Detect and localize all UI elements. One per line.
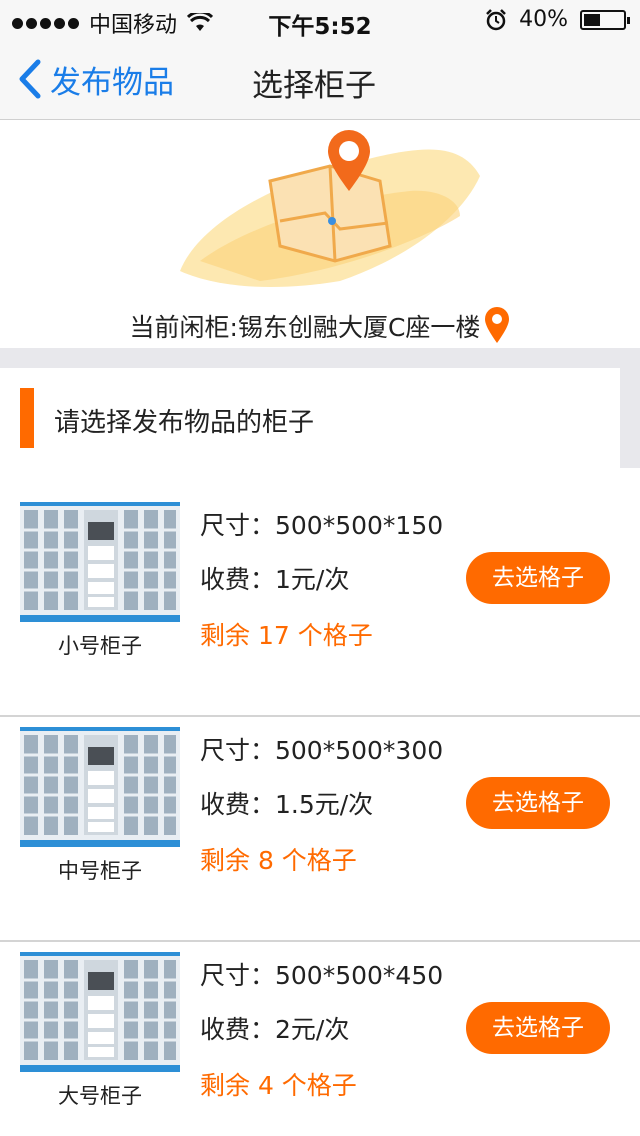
locker-remaining: 剩余 17 个格子 [200,621,373,650]
locker-thumbnail [20,727,180,847]
locker-thumbnail [20,502,180,622]
section-title: 请选择发布物品的柜子 [54,408,315,438]
locker-name: 中号柜子 [58,859,142,883]
section-header: 请选择发布物品的柜子 [0,368,640,468]
back-label: 发布物品 [50,64,174,101]
map-illustration [180,130,480,287]
locker-remaining: 剩余 4 个格子 [200,1071,357,1100]
status-bar: 中国移动 下午5:52 40% [0,0,640,40]
locker-size: 尺寸：500*500*300 [200,736,444,765]
battery-percent: 40% [519,7,568,32]
section-accent-bar [20,388,34,448]
locker-thumbnail [20,952,180,1072]
locker-row: 小号柜子 尺寸：500*500*150 收费：1元/次 剩余 17 个格子 去选… [0,492,640,717]
page-title: 选择柜子 [252,68,376,104]
divider [0,348,640,368]
locker-icon [20,727,180,847]
locker-icon [20,502,180,622]
locker-fee: 收费：1.5元/次 [200,790,374,819]
alarm-icon [486,8,506,30]
locker-fee: 收费：2元/次 [200,1015,350,1044]
locker-row: 大号柜子 尺寸：500*500*450 收费：2元/次 剩余 4 个格子 去选格… [0,942,640,1136]
locker-name: 大号柜子 [58,1084,142,1108]
location-header: 当前闲柜:锡东创融大厦C座一楼 [0,121,640,349]
locker-fee: 收费：1元/次 [200,565,350,594]
locker-row: 中号柜子 尺寸：500*500*300 收费：1.5元/次 剩余 8 个格子 去… [0,717,640,942]
chevron-left-icon [19,59,41,99]
navigation-bar: 发布物品 选择柜子 [0,40,640,120]
locker-name: 小号柜子 [58,634,142,658]
locker-icon [20,952,180,1072]
locker-size: 尺寸：500*500*450 [200,961,444,990]
select-slot-button[interactable]: 去选格子 [466,1002,610,1054]
select-slot-button[interactable]: 去选格子 [466,552,610,604]
back-button[interactable]: 发布物品 [16,54,174,104]
location-text: 当前闲柜:锡东创融大厦C座一楼 [129,313,481,342]
battery-icon [580,9,630,30]
current-location: 当前闲柜:锡东创融大厦C座一楼 [0,307,640,345]
section-card: 请选择发布物品的柜子 [0,368,620,468]
status-right: 40% [485,7,630,32]
locker-size: 尺寸：500*500*150 [200,511,444,540]
select-slot-button[interactable]: 去选格子 [466,777,610,829]
location-pin-icon [485,307,510,343]
locker-remaining: 剩余 8 个格子 [200,846,357,875]
